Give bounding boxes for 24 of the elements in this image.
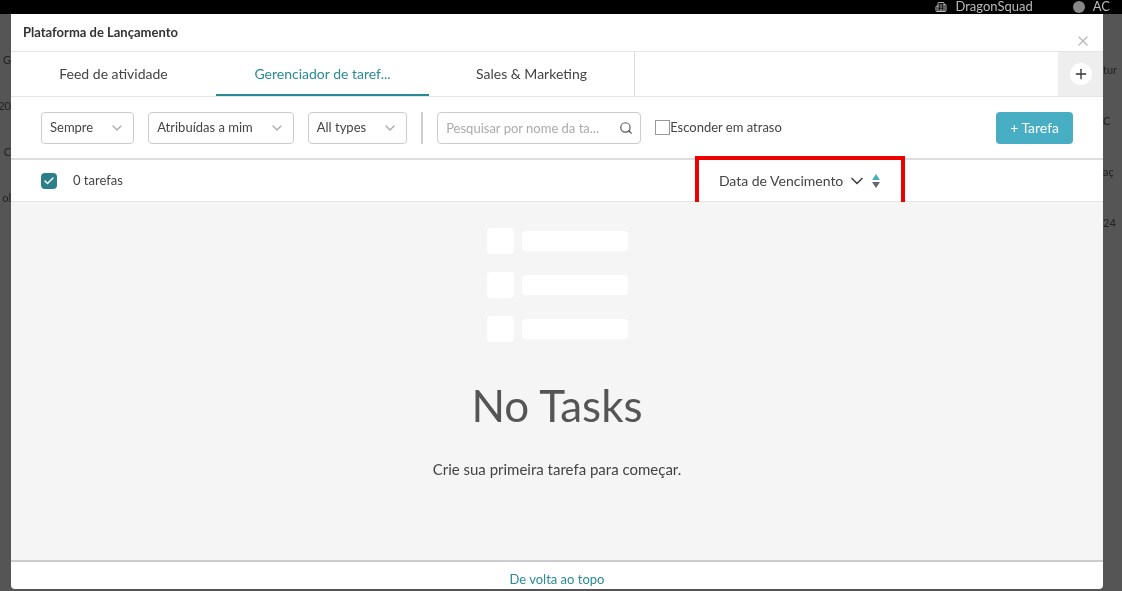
filter-dropdown[interactable]: Sempre	[41, 111, 135, 144]
tab[interactable]: Sales & Marketing	[429, 52, 634, 96]
window-title: Plataforma de Lançamento	[23, 22, 178, 42]
check-icon	[43, 174, 55, 187]
checkbox[interactable]	[655, 120, 671, 135]
tab[interactable]: Gerenciador de taref...	[216, 52, 429, 96]
avatar	[1072, 1, 1085, 13]
workspace-name: DragonSquad	[955, 0, 1033, 17]
back-to-top-link[interactable]: De volta ao topo	[509, 569, 605, 589]
user-initials: AC	[1092, 0, 1110, 17]
filter-dropdown[interactable]: Atribuídas a mim	[148, 111, 294, 144]
filter-dropdown[interactable]: All types	[307, 111, 408, 144]
empty-message: Crie sua primeira tarefa para começar.	[432, 459, 682, 480]
add-tab-button[interactable]	[1069, 63, 1092, 85]
search-field[interactable]: Pesquisar por nome da ta...	[437, 111, 642, 144]
tab[interactable]: Feed de atividade	[11, 52, 216, 96]
sort-icon	[871, 172, 882, 189]
empty-title: No Tasks	[471, 378, 643, 433]
select-all-checkbox[interactable]	[41, 172, 57, 189]
checkbox-label: Esconder em atraso	[670, 117, 782, 137]
task-count: 0 tarefas	[73, 170, 123, 190]
building-icon	[935, 1, 948, 13]
sort-dropdown[interactable]: Data de Vencimento	[718, 170, 882, 191]
search-icon	[619, 120, 634, 135]
